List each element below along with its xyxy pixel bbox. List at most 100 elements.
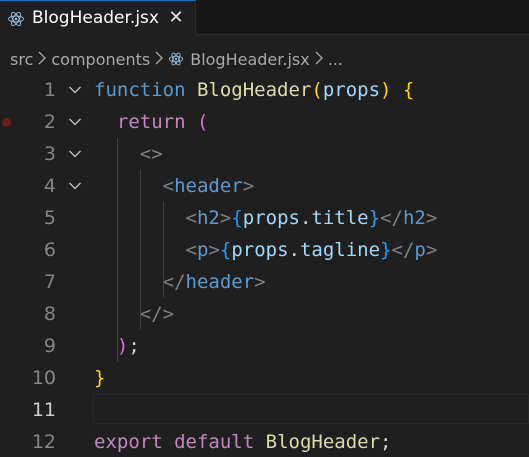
code-line[interactable]: 2 return (	[0, 106, 529, 138]
code-line[interactable]: 3 <>	[0, 138, 529, 170]
code-token: .	[299, 207, 312, 229]
breadcrumb-item-src[interactable]: src	[10, 50, 33, 69]
code-text: <header>	[94, 170, 255, 202]
code-line[interactable]: 7 </header>	[0, 266, 529, 298]
code-token: {	[402, 79, 415, 101]
code-token: function	[94, 79, 186, 101]
code-text: export default BlogHeader;	[94, 426, 391, 457]
line-number: 5	[43, 207, 56, 229]
line-number: 10	[31, 367, 56, 389]
code-token: BlogHeader	[196, 79, 312, 101]
code-text: }	[94, 362, 105, 394]
breadcrumb-item-symbols[interactable]: ...	[328, 50, 343, 69]
line-number: 8	[43, 303, 56, 325]
code-token: export	[94, 431, 163, 453]
editor-tab-bar: BlogHeader.jsx ✕	[0, 0, 529, 36]
line-number: 9	[43, 335, 56, 357]
line-number: 1	[43, 79, 56, 101]
code-token: title	[311, 207, 369, 229]
code-token: p	[414, 239, 426, 261]
code-line[interactable]: 11	[0, 394, 529, 426]
fold-chevron-down-icon[interactable]	[68, 83, 82, 97]
breadcrumb-item-file[interactable]: BlogHeader.jsx	[168, 50, 310, 69]
code-token: header	[174, 175, 243, 197]
code-line[interactable]: 5 <h2>{props.title}</h2>	[0, 202, 529, 234]
code-token: h2	[196, 207, 220, 229]
code-token: >	[425, 239, 438, 261]
code-text: <h2>{props.title}</h2>	[94, 202, 438, 234]
indent-guide	[139, 170, 141, 330]
indent-guide	[162, 202, 164, 298]
code-text: <p>{props.tagline}</p>	[94, 234, 438, 266]
code-token: )	[380, 79, 392, 101]
code-token: props	[322, 79, 381, 101]
code-token: >	[208, 239, 220, 261]
code-token: <>	[139, 143, 163, 165]
code-token: tagline	[299, 239, 381, 261]
code-line[interactable]: 4 <header>	[0, 170, 529, 202]
current-line-highlight	[93, 394, 529, 424]
code-token: ;	[128, 335, 140, 357]
line-number: 11	[31, 399, 56, 421]
code-line[interactable]: 9 );	[0, 330, 529, 362]
tab-blogheader-jsx[interactable]: BlogHeader.jsx ✕	[0, 0, 196, 36]
code-token: ;	[380, 431, 392, 453]
code-token: header	[185, 271, 255, 293]
chevron-right-icon	[150, 50, 168, 69]
code-editor[interactable]: 1 function BlogHeader(props) {2 return (3…	[0, 74, 529, 457]
code-token: )	[116, 335, 129, 357]
line-number: 7	[43, 271, 56, 293]
code-token: <	[185, 239, 197, 261]
code-token: </>	[139, 303, 175, 325]
code-token: >	[242, 175, 255, 197]
code-token: </	[391, 239, 415, 261]
code-token: </	[162, 271, 186, 293]
code-token: props	[242, 207, 300, 229]
react-icon	[8, 11, 24, 27]
breadcrumb-item-components[interactable]: components	[51, 50, 150, 69]
code-line[interactable]: 6 <p>{props.tagline}</p>	[0, 234, 529, 266]
code-token: >	[219, 207, 232, 229]
line-number: 2	[43, 111, 56, 133]
code-token: >	[254, 271, 266, 293]
code-line[interactable]: 10}	[0, 362, 529, 394]
code-text: </header>	[94, 266, 266, 298]
breakpoint-hint-icon[interactable]	[2, 118, 11, 127]
code-token: h2	[402, 207, 426, 229]
code-token: {	[219, 239, 232, 261]
code-text: return (	[94, 106, 209, 138]
line-number: 12	[31, 431, 56, 453]
code-text: </>	[94, 298, 174, 330]
code-token: <	[185, 207, 197, 229]
fold-chevron-down-icon[interactable]	[68, 179, 82, 193]
close-icon[interactable]: ✕	[166, 7, 186, 29]
code-token: BlogHeader	[265, 431, 381, 453]
code-token: }	[94, 367, 106, 389]
chevron-right-icon	[33, 50, 51, 69]
code-line[interactable]: 1 function BlogHeader(props) {	[0, 74, 529, 106]
code-line[interactable]: 8 </>	[0, 298, 529, 330]
code-line[interactable]: 12 export default BlogHeader;	[0, 426, 529, 457]
fold-chevron-down-icon[interactable]	[68, 115, 82, 129]
code-token: default	[174, 431, 255, 453]
code-token: props	[231, 239, 289, 261]
code-token: >	[425, 207, 438, 229]
react-icon	[169, 52, 184, 65]
code-token: return	[116, 111, 186, 133]
code-token: (	[196, 111, 209, 133]
code-token: </	[380, 207, 403, 229]
fold-chevron-down-icon[interactable]	[68, 147, 82, 161]
code-text: function BlogHeader(props) {	[94, 74, 414, 106]
code-token: p	[196, 239, 209, 261]
code-token: }	[368, 207, 381, 229]
line-number: 6	[43, 239, 56, 261]
line-number: 3	[43, 143, 56, 165]
